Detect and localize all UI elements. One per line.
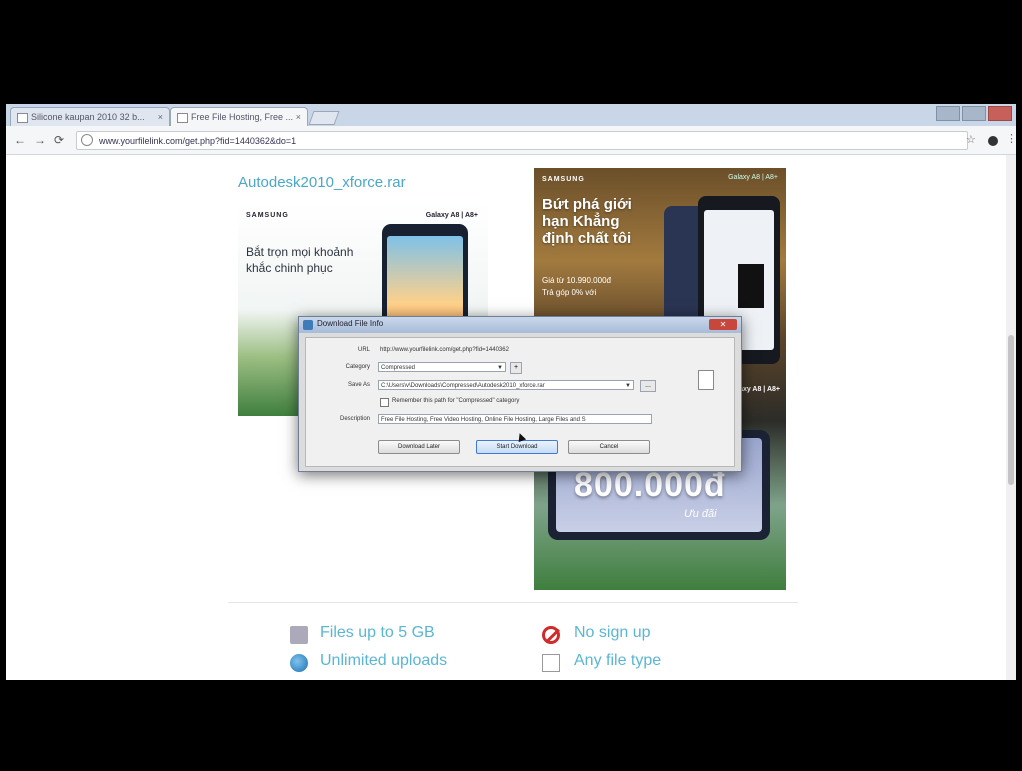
ad-headline: Bứt phá giới hạn Khẳng định chất tôi — [542, 196, 632, 247]
description-value: Free File Hosting, Free Video Hosting, O… — [381, 417, 586, 423]
back-icon[interactable]: ← — [14, 133, 26, 147]
disk-icon — [290, 626, 308, 644]
chevron-down-icon: ▼ — [625, 383, 631, 389]
ad-price: Giá từ 10.990.000đ — [542, 276, 611, 285]
address-bar[interactable] — [76, 131, 968, 150]
dialog-close-button[interactable]: ✕ — [709, 319, 737, 330]
url-label: URL — [357, 347, 370, 353]
url-value: http://www.yourfilelink.com/get.php?fid=… — [380, 347, 509, 353]
saveas-label: Save As — [347, 382, 370, 388]
chevron-down-icon: ▼ — [497, 365, 503, 371]
download-file-info-dialog: Download File Info ✕ URL http://www.your… — [298, 316, 742, 472]
site-info-icon[interactable] — [81, 134, 93, 146]
file-type-icon — [542, 654, 560, 672]
tab-1[interactable]: Silicone kaupan 2010 32 b... × — [10, 107, 170, 126]
scrollbar-thumb[interactable] — [1008, 335, 1014, 485]
ad-brand: SAMSUNG — [246, 212, 289, 219]
tab-2-label: Free File Hosting, Free ... — [191, 112, 294, 122]
ad-amount-note: Ưu đãi — [684, 508, 717, 520]
feature-files-up-to: Files up to 5 GB — [320, 624, 435, 641]
video-letterbox-bottom — [0, 680, 1022, 771]
minimize-button[interactable] — [936, 106, 960, 121]
tab-2[interactable]: Free File Hosting, Free ... × — [170, 107, 308, 126]
category-value: Compressed — [381, 365, 416, 371]
start-download-button[interactable]: Start Download — [476, 440, 558, 454]
tab-favicon-icon — [17, 113, 28, 123]
browser-window: Silicone kaupan 2010 32 b... × Free File… — [6, 104, 1016, 680]
remember-path-checkbox[interactable] — [380, 398, 389, 407]
cancel-button[interactable]: Cancel — [568, 440, 650, 454]
menu-icon[interactable]: ⋮ — [1006, 132, 1016, 145]
forward-icon[interactable]: → — [34, 133, 46, 147]
no-sign-up-icon — [542, 626, 560, 644]
ad-model: Galaxy A8 | A8+ — [425, 212, 478, 219]
close-window-button[interactable] — [988, 106, 1012, 121]
category-label: Category — [345, 364, 370, 370]
ad-model: Galaxy A8 | A8+ — [728, 174, 778, 181]
tab-close-icon[interactable]: × — [158, 108, 163, 126]
ad-brand: SAMSUNG — [542, 176, 585, 183]
tab-favicon-icon — [177, 113, 188, 123]
globe-icon — [290, 654, 308, 672]
add-category-button[interactable]: + — [510, 362, 522, 374]
ad-gift: Trả góp 0% với — [542, 288, 597, 297]
new-tab-button[interactable] — [308, 111, 340, 125]
dialog-title: Download File Info — [317, 319, 384, 328]
remember-path-label: Remember this path for "Compressed" cate… — [392, 398, 520, 404]
extension-icon[interactable] — [988, 136, 998, 146]
dialog-titlebar[interactable]: Download File Info ✕ — [299, 317, 741, 333]
feature-unlimited-uploads: Unlimited uploads — [320, 652, 448, 669]
page-scrollbar[interactable] — [1006, 155, 1016, 680]
dialog-body: URL http://www.yourfilelink.com/get.php?… — [305, 337, 735, 467]
maximize-button[interactable] — [962, 106, 986, 121]
divider — [228, 602, 798, 603]
tab-strip: Silicone kaupan 2010 32 b... × Free File… — [6, 104, 1016, 126]
download-later-button[interactable]: Download Later — [378, 440, 460, 454]
url-input[interactable] — [97, 133, 801, 149]
feature-any-file-type: Any file type — [574, 652, 662, 669]
file-title: Autodesk2010_xforce.rar — [238, 174, 406, 191]
idm-icon — [303, 320, 313, 330]
category-select[interactable]: Compressed ▼ — [378, 362, 506, 372]
file-icon — [698, 370, 714, 390]
browser-toolbar: ← → ⟳ ☆ ⋮ — [6, 126, 1016, 155]
description-label: Description — [339, 416, 370, 422]
bookmark-star-icon[interactable]: ☆ — [966, 133, 976, 146]
browse-button[interactable]: ... — [640, 380, 656, 392]
saveas-value: C:\Users\v\Downloads\Compressed\Autodesk… — [381, 383, 545, 389]
video-letterbox-top — [0, 0, 1022, 104]
saveas-input[interactable]: C:\Users\v\Downloads\Compressed\Autodesk… — [378, 380, 634, 390]
reload-icon[interactable]: ⟳ — [54, 133, 64, 147]
tab-close-icon[interactable]: × — [296, 108, 301, 126]
tab-1-label: Silicone kaupan 2010 32 b... — [31, 112, 145, 122]
ad-slogan: Bắt trọn mọi khoảnh khắc chinh phục — [246, 245, 354, 275]
feature-no-sign-up: No sign up — [574, 624, 651, 641]
description-input[interactable]: Free File Hosting, Free Video Hosting, O… — [378, 414, 652, 424]
window-controls — [934, 106, 1012, 121]
